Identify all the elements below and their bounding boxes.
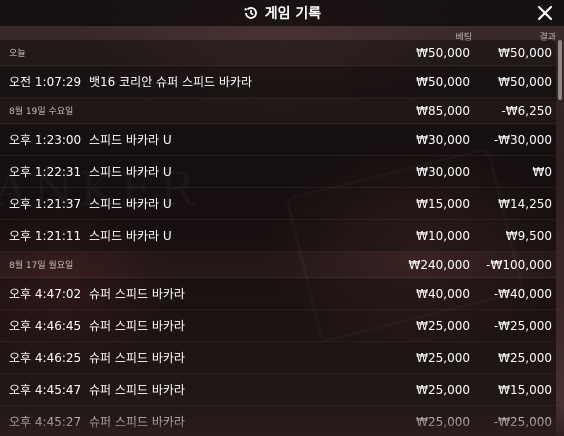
game-history-panel: 게임 기록 베팅 결과 오늘 ₩50,000 ₩50,000 오전 1:07:29 뱃1…	[0, 0, 564, 436]
group-result-total: -₩6,250	[501, 103, 552, 118]
history-row[interactable]: 오후 4:46:45 슈퍼 스피드 바카라 ₩25,000 -₩25,000	[0, 310, 556, 342]
scrollbar-thumb[interactable]	[558, 40, 562, 100]
row-result: ₩25,000	[498, 350, 552, 365]
row-time: 오후 4:45:27	[9, 415, 82, 429]
row-result: ₩15,000	[498, 382, 552, 397]
row-time: 오후 4:46:25	[9, 351, 82, 365]
history-list[interactable]: 오늘 ₩50,000 ₩50,000 오전 1:07:29 뱃16 코리안 슈퍼 스피드…	[0, 40, 556, 436]
group-date: 8월 19일 수요일	[9, 107, 74, 117]
row-game: 슈퍼 스피드 바카라	[89, 319, 185, 333]
history-row[interactable]: 오후 1:22:31 스피드 바카라 U ₩30,000 ₩0	[0, 156, 556, 188]
date-group-header: 8월 19일 수요일 ₩85,000 -₩6,250	[0, 98, 556, 124]
row-result: -₩40,000	[493, 286, 552, 301]
row-bet: ₩40,000	[416, 286, 470, 301]
row-bet: ₩25,000	[416, 318, 470, 333]
row-result: ₩9,500	[505, 228, 552, 243]
group-bet-total: ₩50,000	[416, 45, 470, 60]
group-date: 오늘	[9, 49, 26, 59]
row-time: 오후 4:45:47	[9, 383, 82, 397]
group-date: 8월 17일 월요일	[9, 261, 74, 271]
row-time: 오후 1:22:31	[9, 165, 82, 179]
date-group-header: 오늘 ₩50,000 ₩50,000	[0, 40, 556, 66]
row-game: 슈퍼 스피드 바카라	[89, 287, 185, 301]
row-game: 슈퍼 스피드 바카라	[89, 383, 185, 397]
title-group: 게임 기록	[243, 3, 321, 23]
row-bet: ₩25,000	[416, 414, 470, 429]
row-bet: ₩10,000	[416, 228, 470, 243]
row-result: ₩14,250	[498, 196, 552, 211]
row-result: ₩50,000	[498, 74, 552, 89]
history-row[interactable]: 오후 1:21:11 스피드 바카라 U ₩10,000 ₩9,500	[0, 220, 556, 252]
close-icon[interactable]	[536, 4, 554, 22]
history-row[interactable]: 오후 1:23:00 스피드 바카라 U ₩30,000 -₩30,000	[0, 124, 556, 156]
row-bet: ₩30,000	[416, 164, 470, 179]
row-time: 오후 4:46:45	[9, 319, 82, 333]
group-result-total: ₩50,000	[498, 45, 552, 60]
row-game: 스피드 바카라 U	[89, 133, 172, 147]
row-time: 오후 4:47:02	[9, 287, 82, 301]
row-time: 오전 1:07:29	[9, 75, 82, 89]
row-result: -₩30,000	[493, 132, 552, 147]
row-game: 스피드 바카라 U	[89, 197, 172, 211]
row-game: 뱃16 코리안 슈퍼 스피드 바카라	[89, 75, 253, 89]
history-row[interactable]: 오후 1:21:37 스피드 바카라 U ₩15,000 ₩14,250	[0, 188, 556, 220]
row-time: 오후 1:21:11	[9, 229, 82, 243]
row-game: 슈퍼 스피드 바카라	[89, 415, 185, 429]
history-row[interactable]: 오후 4:47:02 슈퍼 스피드 바카라 ₩40,000 -₩40,000	[0, 278, 556, 310]
history-icon	[244, 7, 257, 19]
history-row[interactable]: 오후 4:45:47 슈퍼 스피드 바카라 ₩25,000 ₩15,000	[0, 374, 556, 406]
row-game: 슈퍼 스피드 바카라	[89, 351, 185, 365]
row-bet: ₩50,000	[416, 74, 470, 89]
row-time: 오후 1:23:00	[9, 133, 82, 147]
row-result: -₩25,000	[493, 414, 552, 429]
row-game: 스피드 바카라 U	[89, 229, 172, 243]
row-bet: ₩25,000	[416, 382, 470, 397]
history-row[interactable]: 오후 4:45:27 슈퍼 스피드 바카라 ₩25,000 -₩25,000	[0, 406, 556, 436]
row-game: 스피드 바카라 U	[89, 165, 172, 179]
page-title: 게임 기록	[264, 6, 322, 22]
row-result: -₩25,000	[493, 318, 552, 333]
group-result-total: -₩100,000	[486, 257, 552, 272]
history-row[interactable]: 오후 4:46:25 슈퍼 스피드 바카라 ₩25,000 ₩25,000	[0, 342, 556, 374]
header-bar: 게임 기록	[0, 0, 564, 26]
row-time: 오후 1:21:37	[9, 197, 82, 211]
row-bet: ₩30,000	[416, 132, 470, 147]
row-bet: ₩15,000	[416, 196, 470, 211]
row-result: ₩0	[532, 164, 553, 179]
history-row[interactable]: 오전 1:07:29 뱃16 코리안 슈퍼 스피드 바카라 ₩50,000 ₩50,0…	[0, 66, 556, 98]
date-group-header: 8월 17일 월요일 ₩240,000 -₩100,000	[0, 252, 556, 278]
row-bet: ₩25,000	[416, 350, 470, 365]
group-bet-total: ₩240,000	[408, 257, 471, 272]
group-bet-total: ₩85,000	[416, 103, 470, 118]
